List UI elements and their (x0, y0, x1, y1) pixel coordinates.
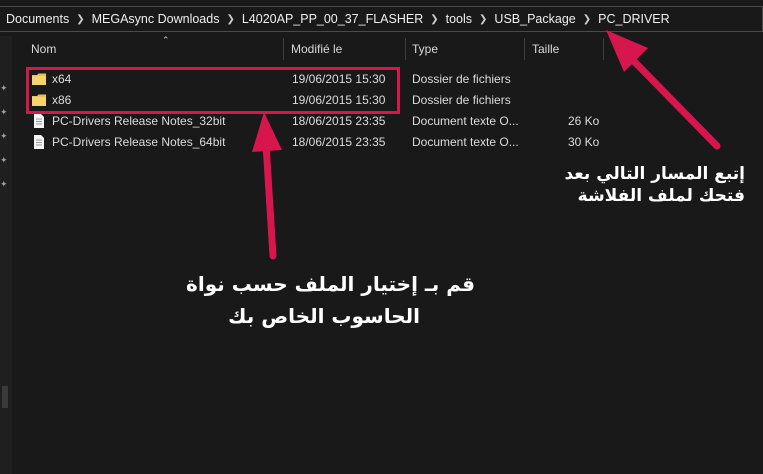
arrow-to-breadcrumb-icon (606, 30, 721, 150)
path-note-line-2: فتحك لملف الفلاشة (577, 186, 745, 206)
arrow-to-folders-icon (252, 112, 282, 260)
folder-note-line-1: قم بـ إختيار الملف حسب نواة (186, 272, 475, 296)
annotation-arrows (252, 30, 721, 260)
path-instruction-note: إتبع المسار التالي بعد فتحك لملف الفلاشة (540, 163, 745, 207)
folder-instruction-note: قم بـ إختيار الملف حسب نواة الحاسوب الخا… (150, 268, 475, 332)
path-note-line-1: إتبع المسار التالي بعد (564, 164, 745, 184)
folder-note-line-2: الحاسوب الخاص بك (228, 304, 420, 328)
